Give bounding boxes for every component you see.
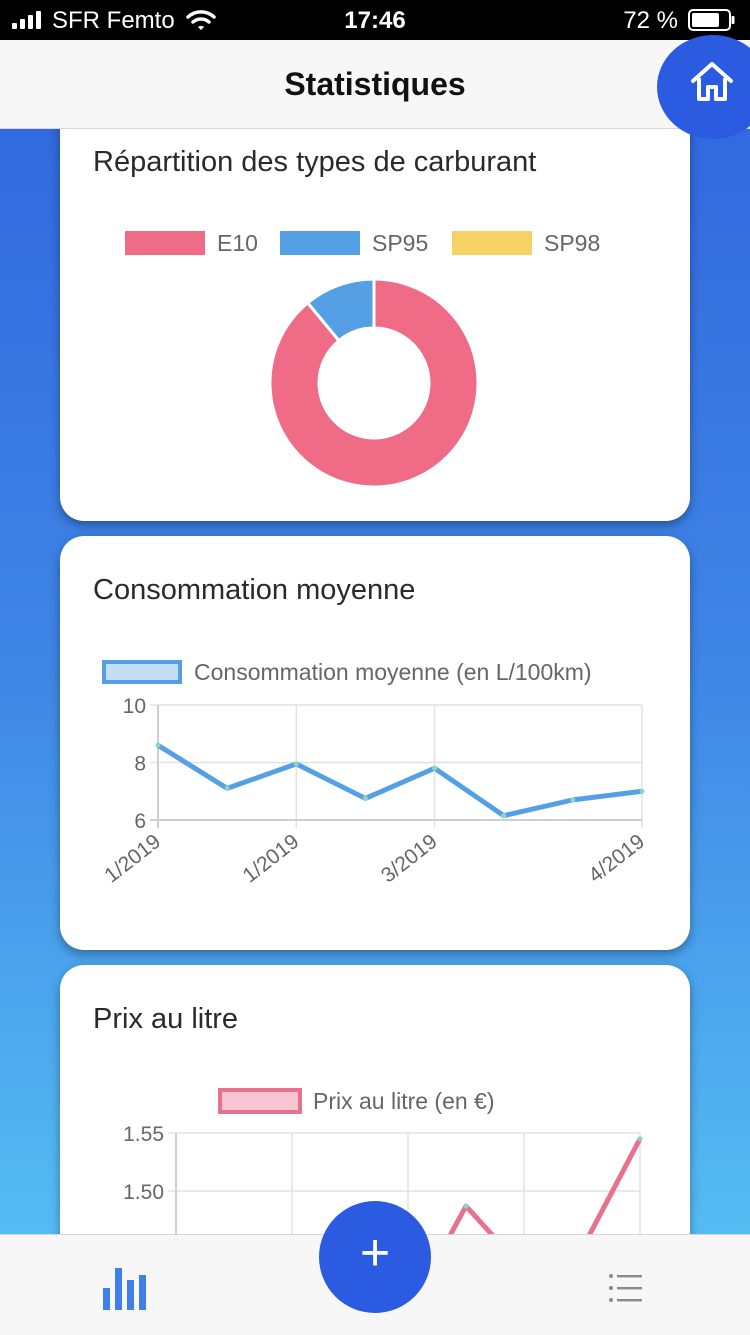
x-tick-label: 4/2019 — [584, 830, 649, 888]
y-tick-label: 8 — [134, 753, 146, 776]
fuel-type-card: Répartition des types de carburant E10 S… — [60, 128, 690, 521]
status-bar: SFR Femto 17:46 72 % — [0, 0, 750, 40]
y-tick-label: 6 — [134, 810, 146, 833]
data-point — [155, 742, 161, 748]
consumption-line-chart: 10861/2019 1/2019 3/2019 4/2019 — [100, 695, 649, 888]
x-tick-label: 1/2019 — [100, 830, 165, 888]
list-icon[interactable] — [608, 1273, 642, 1303]
data-point — [362, 795, 368, 801]
y-tick-label: 1.55 — [123, 1123, 164, 1146]
stats-content[interactable]: Répartition des types de carburant E10 S… — [0, 128, 750, 1234]
battery-icon — [688, 9, 735, 31]
x-tick-label: 1/2019 — [239, 830, 304, 888]
y-tick-label: 1.50 — [123, 1181, 164, 1204]
fuel-doughnut-chart — [268, 277, 480, 489]
data-point — [463, 1203, 469, 1209]
series-line — [156, 743, 643, 819]
consumption-card: Consommation moyenne Consommation moyenn… — [60, 536, 690, 950]
add-entry-button[interactable]: + — [319, 1201, 431, 1313]
y-tick-label: 10 — [123, 695, 146, 718]
nav-bar: Statistiques — [0, 40, 750, 129]
home-icon — [691, 62, 733, 101]
data-point — [639, 788, 645, 794]
data-point — [293, 761, 299, 767]
data-point — [432, 765, 438, 771]
data-point — [224, 785, 230, 791]
plus-icon: + — [359, 1224, 391, 1282]
bar-chart-icon[interactable] — [103, 1266, 147, 1310]
page-title: Statistiques — [284, 66, 466, 102]
price-line-chart: 1.551.501.451.401.35 — [123, 1123, 643, 1234]
data-point — [637, 1136, 643, 1142]
battery-percent: 72 % — [623, 7, 678, 34]
x-tick-label: 3/2019 — [377, 830, 442, 888]
data-point — [501, 813, 507, 819]
price-card: Prix au litre Prix au litre (en €) 1.55 1… — [60, 965, 690, 1234]
data-point — [570, 797, 576, 803]
